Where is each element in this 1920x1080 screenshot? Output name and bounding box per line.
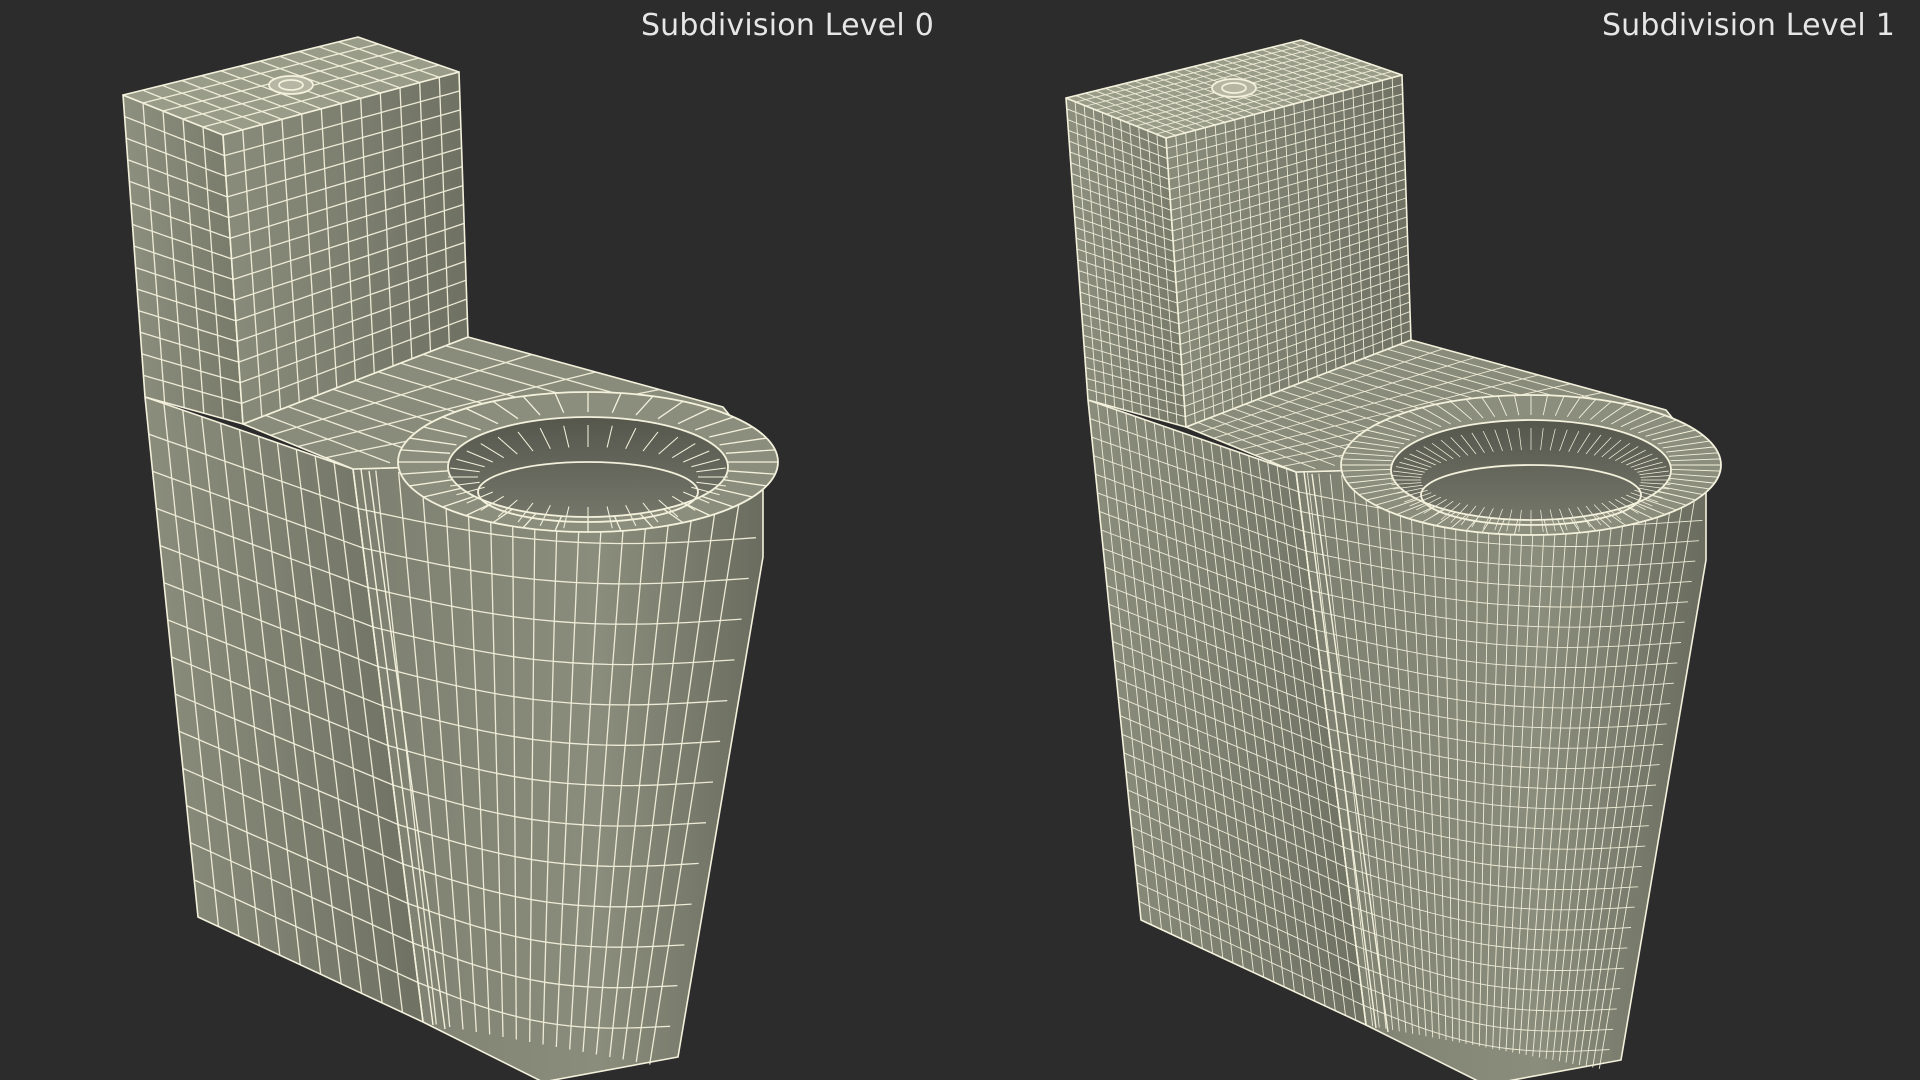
viewport-stage: Subdivision Level 0 Subdivision Level 1 bbox=[0, 0, 1920, 1080]
flush-button bbox=[1211, 78, 1257, 98]
render-scene bbox=[122, 36, 1722, 1080]
flush-button bbox=[268, 75, 314, 95]
viewport-label-right: Subdivision Level 1 bbox=[1601, 8, 1895, 43]
toilet-model-subdivision-1 bbox=[1065, 39, 1722, 1080]
toilet-model-subdivision-0 bbox=[122, 36, 779, 1080]
viewport-label-left: Subdivision Level 0 bbox=[640, 8, 934, 43]
